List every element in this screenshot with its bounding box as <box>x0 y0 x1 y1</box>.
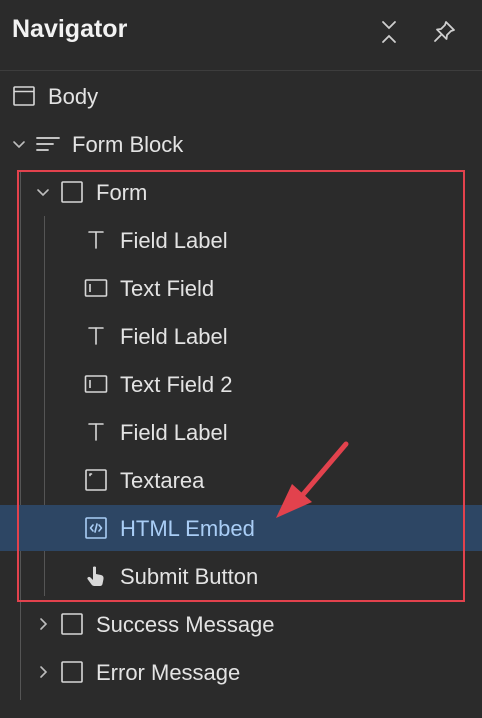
chevron-right-icon[interactable] <box>35 616 51 632</box>
tree-item-html-embed[interactable]: HTML Embed <box>0 505 482 551</box>
text-icon <box>84 420 108 444</box>
textarea-icon <box>84 468 108 492</box>
tree-item-text-field[interactable]: Text Field <box>0 265 482 311</box>
chevron-down-icon[interactable] <box>35 184 51 200</box>
tree-item-label: Field Label <box>120 420 228 445</box>
tree-item-form-block[interactable]: Form Block <box>0 121 482 167</box>
div-icon <box>60 660 84 684</box>
text-icon <box>84 324 108 348</box>
text-icon <box>84 228 108 252</box>
pin-icon[interactable] <box>430 18 458 46</box>
tree-item-field-label[interactable]: Field Label <box>0 409 482 455</box>
collapse-all-icon[interactable] <box>375 18 403 46</box>
tree-item-label: Submit Button <box>120 564 259 589</box>
div-icon <box>60 612 84 636</box>
tree-item-label: Field Label <box>120 324 228 349</box>
text-field-icon <box>84 276 108 300</box>
tree-item-label: Error Message <box>96 660 241 685</box>
navigator-header: Navigator <box>0 0 482 71</box>
tree-item-label: HTML Embed <box>120 516 255 541</box>
tree-item-textarea[interactable]: Textarea <box>0 457 482 503</box>
tree-item-field-label[interactable]: Field Label <box>0 313 482 359</box>
body-icon <box>12 84 36 108</box>
tree-item-success-message[interactable]: Success Message <box>0 601 482 647</box>
tree-item-label: Text Field <box>120 276 215 301</box>
pointer-hand-icon <box>84 564 108 588</box>
tree-item-submit-button[interactable]: Submit Button <box>0 553 482 599</box>
code-embed-icon <box>84 516 108 540</box>
tree-item-error-message[interactable]: Error Message <box>0 649 482 695</box>
form-block-icon <box>36 132 60 156</box>
tree-item-label: Form Block <box>72 132 184 157</box>
tree-item-label: Success Message <box>96 612 275 637</box>
tree-item-label: Textarea <box>120 468 205 493</box>
form-icon <box>60 180 84 204</box>
tree-item-body[interactable]: Body <box>0 73 482 119</box>
tree-item-field-label[interactable]: Field Label <box>0 217 482 263</box>
chevron-down-icon[interactable] <box>11 136 27 152</box>
tree-item-form[interactable]: Form <box>0 169 482 215</box>
chevron-right-icon[interactable] <box>35 664 51 680</box>
tree-item-label: Body <box>48 84 99 109</box>
tree-item-label: Form <box>96 180 148 205</box>
tree-item-label: Text Field 2 <box>120 372 233 397</box>
tree-item-label: Field Label <box>120 228 228 253</box>
panel-title: Navigator <box>12 15 128 43</box>
text-field-icon <box>84 372 108 396</box>
tree-item-text-field-2[interactable]: Text Field 2 <box>0 361 482 407</box>
